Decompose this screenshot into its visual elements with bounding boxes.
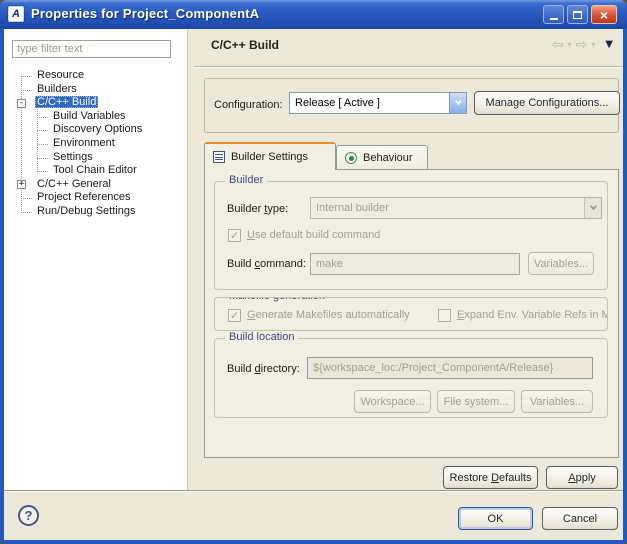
- tree-item-cpp-build[interactable]: -C/C++ Build: [4, 96, 188, 110]
- manage-configurations-button[interactable]: Manage Configurations...: [474, 91, 620, 115]
- header-toolbar: ⇦ ▾ ⇨ ▾ ▼: [552, 38, 613, 52]
- builder-settings-panel: Builder Builder type: Internal builder ✓…: [204, 169, 619, 458]
- tree-item-resource[interactable]: Resource: [4, 69, 188, 83]
- configuration-select[interactable]: Release [ Active ]: [289, 92, 467, 114]
- maximize-icon: [573, 11, 582, 19]
- close-icon: ×: [600, 8, 608, 22]
- maximize-button[interactable]: [567, 5, 588, 24]
- help-icon[interactable]: ?: [18, 505, 39, 526]
- ok-button[interactable]: OK: [458, 507, 533, 530]
- build-location-group: Build location Build directory: ${worksp…: [214, 338, 608, 418]
- build-location-legend: Build location: [225, 331, 298, 343]
- build-directory-label: Build directory:: [227, 363, 300, 375]
- workspace-button: Workspace...: [354, 390, 431, 413]
- builder-group: Builder Builder type: Internal builder ✓…: [214, 181, 608, 290]
- minimize-button[interactable]: [543, 5, 564, 24]
- filter-input[interactable]: [12, 40, 171, 58]
- builder-type-label: Builder type:: [227, 203, 288, 215]
- tree-item-tool-chain-editor[interactable]: Tool Chain Editor: [4, 164, 188, 178]
- expand-icon[interactable]: +: [17, 180, 26, 189]
- configuration-group: Configuration: Release [ Active ] Manage…: [204, 78, 619, 133]
- apply-button[interactable]: Apply: [546, 466, 618, 489]
- back-icon[interactable]: ⇦: [552, 38, 564, 52]
- variables-button: Variables...: [528, 252, 594, 275]
- view-menu-icon[interactable]: ▼: [605, 40, 613, 50]
- page-title: C/C++ Build: [211, 38, 279, 52]
- tab-behaviour-label: Behaviour: [363, 152, 413, 164]
- chevron-down-icon[interactable]: [449, 93, 466, 113]
- makefile-generation-group: Makefile generation ✓ Generate Makefiles…: [214, 297, 608, 331]
- expand-env-refs-label: Expand Env. Variable Refs in M: [457, 309, 608, 321]
- dialog-body: Resource Builders -C/C++ Build Build Var…: [4, 29, 623, 540]
- properties-tree: Resource Builders -C/C++ Build Build Var…: [4, 69, 188, 219]
- tree-item-discovery-options[interactable]: Discovery Options: [4, 123, 188, 137]
- tree-item-settings[interactable]: Settings: [4, 151, 188, 165]
- tree-item-build-variables[interactable]: Build Variables: [4, 110, 188, 124]
- forward-icon[interactable]: ⇨: [576, 38, 588, 52]
- build-command-label: Build command:: [227, 258, 306, 270]
- radio-target-icon: [345, 152, 357, 164]
- cancel-button[interactable]: Cancel: [542, 507, 618, 530]
- generate-makefiles-label: Generate Makefiles automatically: [247, 309, 410, 321]
- collapse-icon[interactable]: -: [17, 99, 26, 108]
- configuration-label: Configuration:: [214, 99, 283, 111]
- back-dropdown-icon[interactable]: ▾: [568, 41, 572, 49]
- expand-env-refs-checkbox: [438, 309, 451, 322]
- list-icon: [213, 151, 225, 163]
- tree-item-run-debug-settings[interactable]: Run/Debug Settings: [4, 205, 188, 219]
- titlebar[interactable]: A Properties for Project_ComponentA ×: [0, 0, 627, 29]
- eclipse-app-icon: A: [8, 6, 24, 22]
- forward-dropdown-icon[interactable]: ▾: [591, 41, 595, 49]
- properties-dialog: A Properties for Project_ComponentA × Re…: [0, 0, 627, 544]
- variables-button: Variables...: [521, 390, 593, 413]
- builder-type-select: Internal builder: [310, 197, 602, 219]
- configuration-selected-value: Release [ Active ]: [290, 97, 449, 109]
- tab-builder-settings[interactable]: Builder Settings: [204, 142, 336, 170]
- generate-makefiles-checkbox: ✓: [228, 309, 241, 322]
- tree-item-cpp-general[interactable]: +C/C++ General: [4, 178, 188, 192]
- tree-item-builders[interactable]: Builders: [4, 83, 188, 97]
- tab-builder-settings-label: Builder Settings: [231, 151, 308, 163]
- use-default-build-command-label: Use default build command: [247, 229, 380, 241]
- build-directory-field: ${workspace_loc:/Project_ComponentA/Rele…: [307, 357, 593, 379]
- tab-behaviour[interactable]: Behaviour: [336, 145, 428, 170]
- restore-defaults-button[interactable]: Restore Defaults: [443, 466, 538, 489]
- build-command-field: make: [310, 253, 520, 275]
- builder-group-legend: Builder: [225, 174, 267, 186]
- content-pane: C/C++ Build ⇦ ▾ ⇨ ▾ ▼ Configuration: Rel…: [194, 29, 623, 490]
- builder-type-value: Internal builder: [311, 202, 584, 214]
- footer-bar: ? OK Cancel: [4, 490, 623, 540]
- tree-item-project-references[interactable]: Project References: [4, 191, 188, 205]
- sidebar: Resource Builders -C/C++ Build Build Var…: [4, 29, 188, 490]
- chevron-down-icon: [584, 198, 601, 218]
- header-separator: [194, 66, 623, 68]
- file-system-button: File system...: [437, 390, 515, 413]
- minimize-icon: [550, 18, 558, 20]
- use-default-build-command-checkbox: ✓: [228, 229, 241, 242]
- tree-item-environment[interactable]: Environment: [4, 137, 188, 151]
- window-title: Properties for Project_ComponentA: [31, 6, 259, 21]
- close-button[interactable]: ×: [591, 5, 617, 24]
- makefile-generation-legend: Makefile generation: [225, 297, 329, 302]
